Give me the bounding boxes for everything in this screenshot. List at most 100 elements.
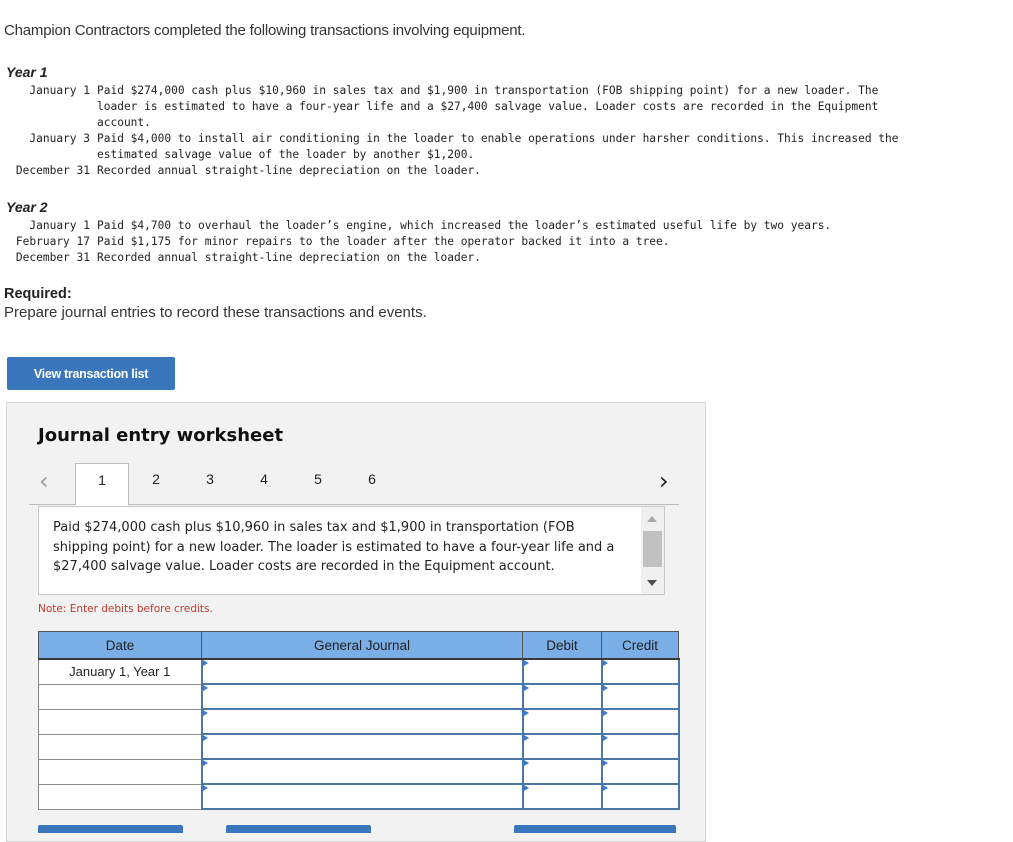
credit-input[interactable] <box>602 735 678 758</box>
journal-table: Date General Journal Debit Credit Januar… <box>38 631 680 810</box>
account-cell <box>200 708 524 735</box>
header-debit: Debit <box>522 631 602 660</box>
record-entry-button[interactable] <box>38 825 183 833</box>
transaction-date: December 31 <box>15 251 90 264</box>
debit-input[interactable] <box>523 660 601 683</box>
entry-tabs: ‹ 1 2 3 4 5 6 › <box>29 463 679 506</box>
tab-2[interactable]: 2 <box>129 463 183 505</box>
tab-3[interactable]: 3 <box>183 463 237 505</box>
dropdown-marker-icon <box>523 660 529 666</box>
credit-cell <box>600 708 680 735</box>
debit-input[interactable] <box>523 685 601 708</box>
credit-input[interactable] <box>602 785 678 808</box>
account-input[interactable] <box>202 710 522 733</box>
view-general-journal-button[interactable] <box>514 825 676 833</box>
account-cell <box>200 758 524 785</box>
credit-cell <box>600 733 680 760</box>
year-2-label: Year 2 <box>6 199 48 215</box>
scroll-thumb[interactable] <box>643 531 662 567</box>
dropdown-marker-icon <box>202 710 208 716</box>
account-input[interactable] <box>202 760 522 783</box>
dropdown-marker-icon <box>523 760 529 766</box>
credit-input[interactable] <box>602 710 678 733</box>
credit-input[interactable] <box>602 760 678 783</box>
tab-5[interactable]: 5 <box>291 463 345 505</box>
chevron-right-icon[interactable]: › <box>659 467 669 495</box>
journal-row <box>38 783 680 810</box>
header-general-journal: General Journal <box>201 631 523 660</box>
debit-input[interactable] <box>523 735 601 758</box>
credit-cell <box>600 783 680 810</box>
required-label: Required: <box>4 286 72 302</box>
debit-cell <box>521 758 603 785</box>
date-cell <box>38 758 202 785</box>
tab-4[interactable]: 4 <box>237 463 291 505</box>
debit-cell <box>521 733 603 760</box>
worksheet-title: Journal entry worksheet <box>38 425 284 446</box>
date-cell <box>38 708 202 735</box>
dropdown-marker-icon <box>202 685 208 691</box>
problem-intro: Champion Contractors completed the follo… <box>4 22 526 39</box>
transaction-row: February 17 Paid $1,175 for minor repair… <box>0 234 1010 250</box>
date-cell <box>38 783 202 810</box>
credit-cell <box>600 758 680 785</box>
dropdown-marker-icon <box>602 685 608 691</box>
journal-row <box>38 758 680 785</box>
tab-6[interactable]: 6 <box>345 463 399 505</box>
transaction-date: January 3 <box>29 132 90 145</box>
journal-row: January 1, Year 1 <box>38 658 680 685</box>
transaction-date: January 1 <box>29 219 90 232</box>
year-1-transactions: January 1 Paid $274,000 cash plus $10,96… <box>0 83 1010 179</box>
debit-input[interactable] <box>523 785 601 808</box>
credit-cell <box>600 683 680 710</box>
dropdown-marker-icon <box>602 710 608 716</box>
credit-input[interactable] <box>602 660 678 683</box>
dropdown-marker-icon <box>523 710 529 716</box>
transaction-description-box: Paid $274,000 cash plus $10,960 in sales… <box>38 506 665 595</box>
year-1-label: Year 1 <box>6 64 48 80</box>
account-input[interactable] <box>202 660 522 683</box>
credit-cell <box>600 658 680 685</box>
journal-header-row: Date General Journal Debit Credit <box>38 631 679 660</box>
view-transaction-list-button[interactable]: View transaction list <box>7 357 175 390</box>
account-input[interactable] <box>202 785 522 808</box>
dropdown-marker-icon <box>602 660 608 666</box>
journal-row <box>38 683 680 710</box>
transaction-description: Paid $4,000 to install air conditioning … <box>97 132 899 161</box>
debit-cell <box>521 708 603 735</box>
account-cell <box>200 783 524 810</box>
year-2-transactions: January 1 Paid $4,700 to overhaul the lo… <box>0 218 1010 266</box>
dropdown-marker-icon <box>602 760 608 766</box>
debit-input[interactable] <box>523 760 601 783</box>
debit-cell <box>521 658 603 685</box>
date-cell <box>38 733 202 760</box>
debit-input[interactable] <box>523 710 601 733</box>
transaction-date: February 17 <box>15 235 90 248</box>
dropdown-marker-icon <box>202 660 208 666</box>
dropdown-marker-icon <box>523 785 529 791</box>
transaction-description: Recorded annual straight-line depreciati… <box>97 164 481 177</box>
journal-entry-worksheet: Journal entry worksheet ‹ 1 2 3 4 5 6 › … <box>6 402 706 842</box>
dropdown-marker-icon <box>202 735 208 741</box>
tab-1[interactable]: 1 <box>75 463 129 506</box>
transaction-date: December 31 <box>15 164 90 177</box>
scroll-up-arrow-icon[interactable] <box>647 516 657 522</box>
transaction-description: Paid $274,000 cash plus $10,960 in sales… <box>97 84 879 129</box>
account-cell <box>200 658 524 685</box>
transaction-row: January 1 Paid $4,700 to overhaul the lo… <box>0 218 1010 234</box>
transaction-description: Paid $1,175 for minor repairs to the loa… <box>97 235 670 248</box>
description-scrollbar[interactable] <box>641 507 664 594</box>
transaction-description: Paid $4,700 to overhaul the loader’s eng… <box>97 219 832 232</box>
journal-row <box>38 708 680 735</box>
chevron-left-icon[interactable]: ‹ <box>39 467 49 495</box>
scroll-down-arrow-icon[interactable] <box>647 580 657 586</box>
dropdown-marker-icon <box>602 735 608 741</box>
debit-cell <box>521 683 603 710</box>
account-input[interactable] <box>202 685 522 708</box>
credit-input[interactable] <box>602 685 678 708</box>
account-input[interactable] <box>202 735 522 758</box>
clear-entry-button[interactable] <box>226 825 371 833</box>
debits-credits-note: Note: Enter debits before credits. <box>38 603 213 615</box>
dropdown-marker-icon <box>523 685 529 691</box>
transaction-row: January 1 Paid $274,000 cash plus $10,96… <box>0 83 1010 131</box>
